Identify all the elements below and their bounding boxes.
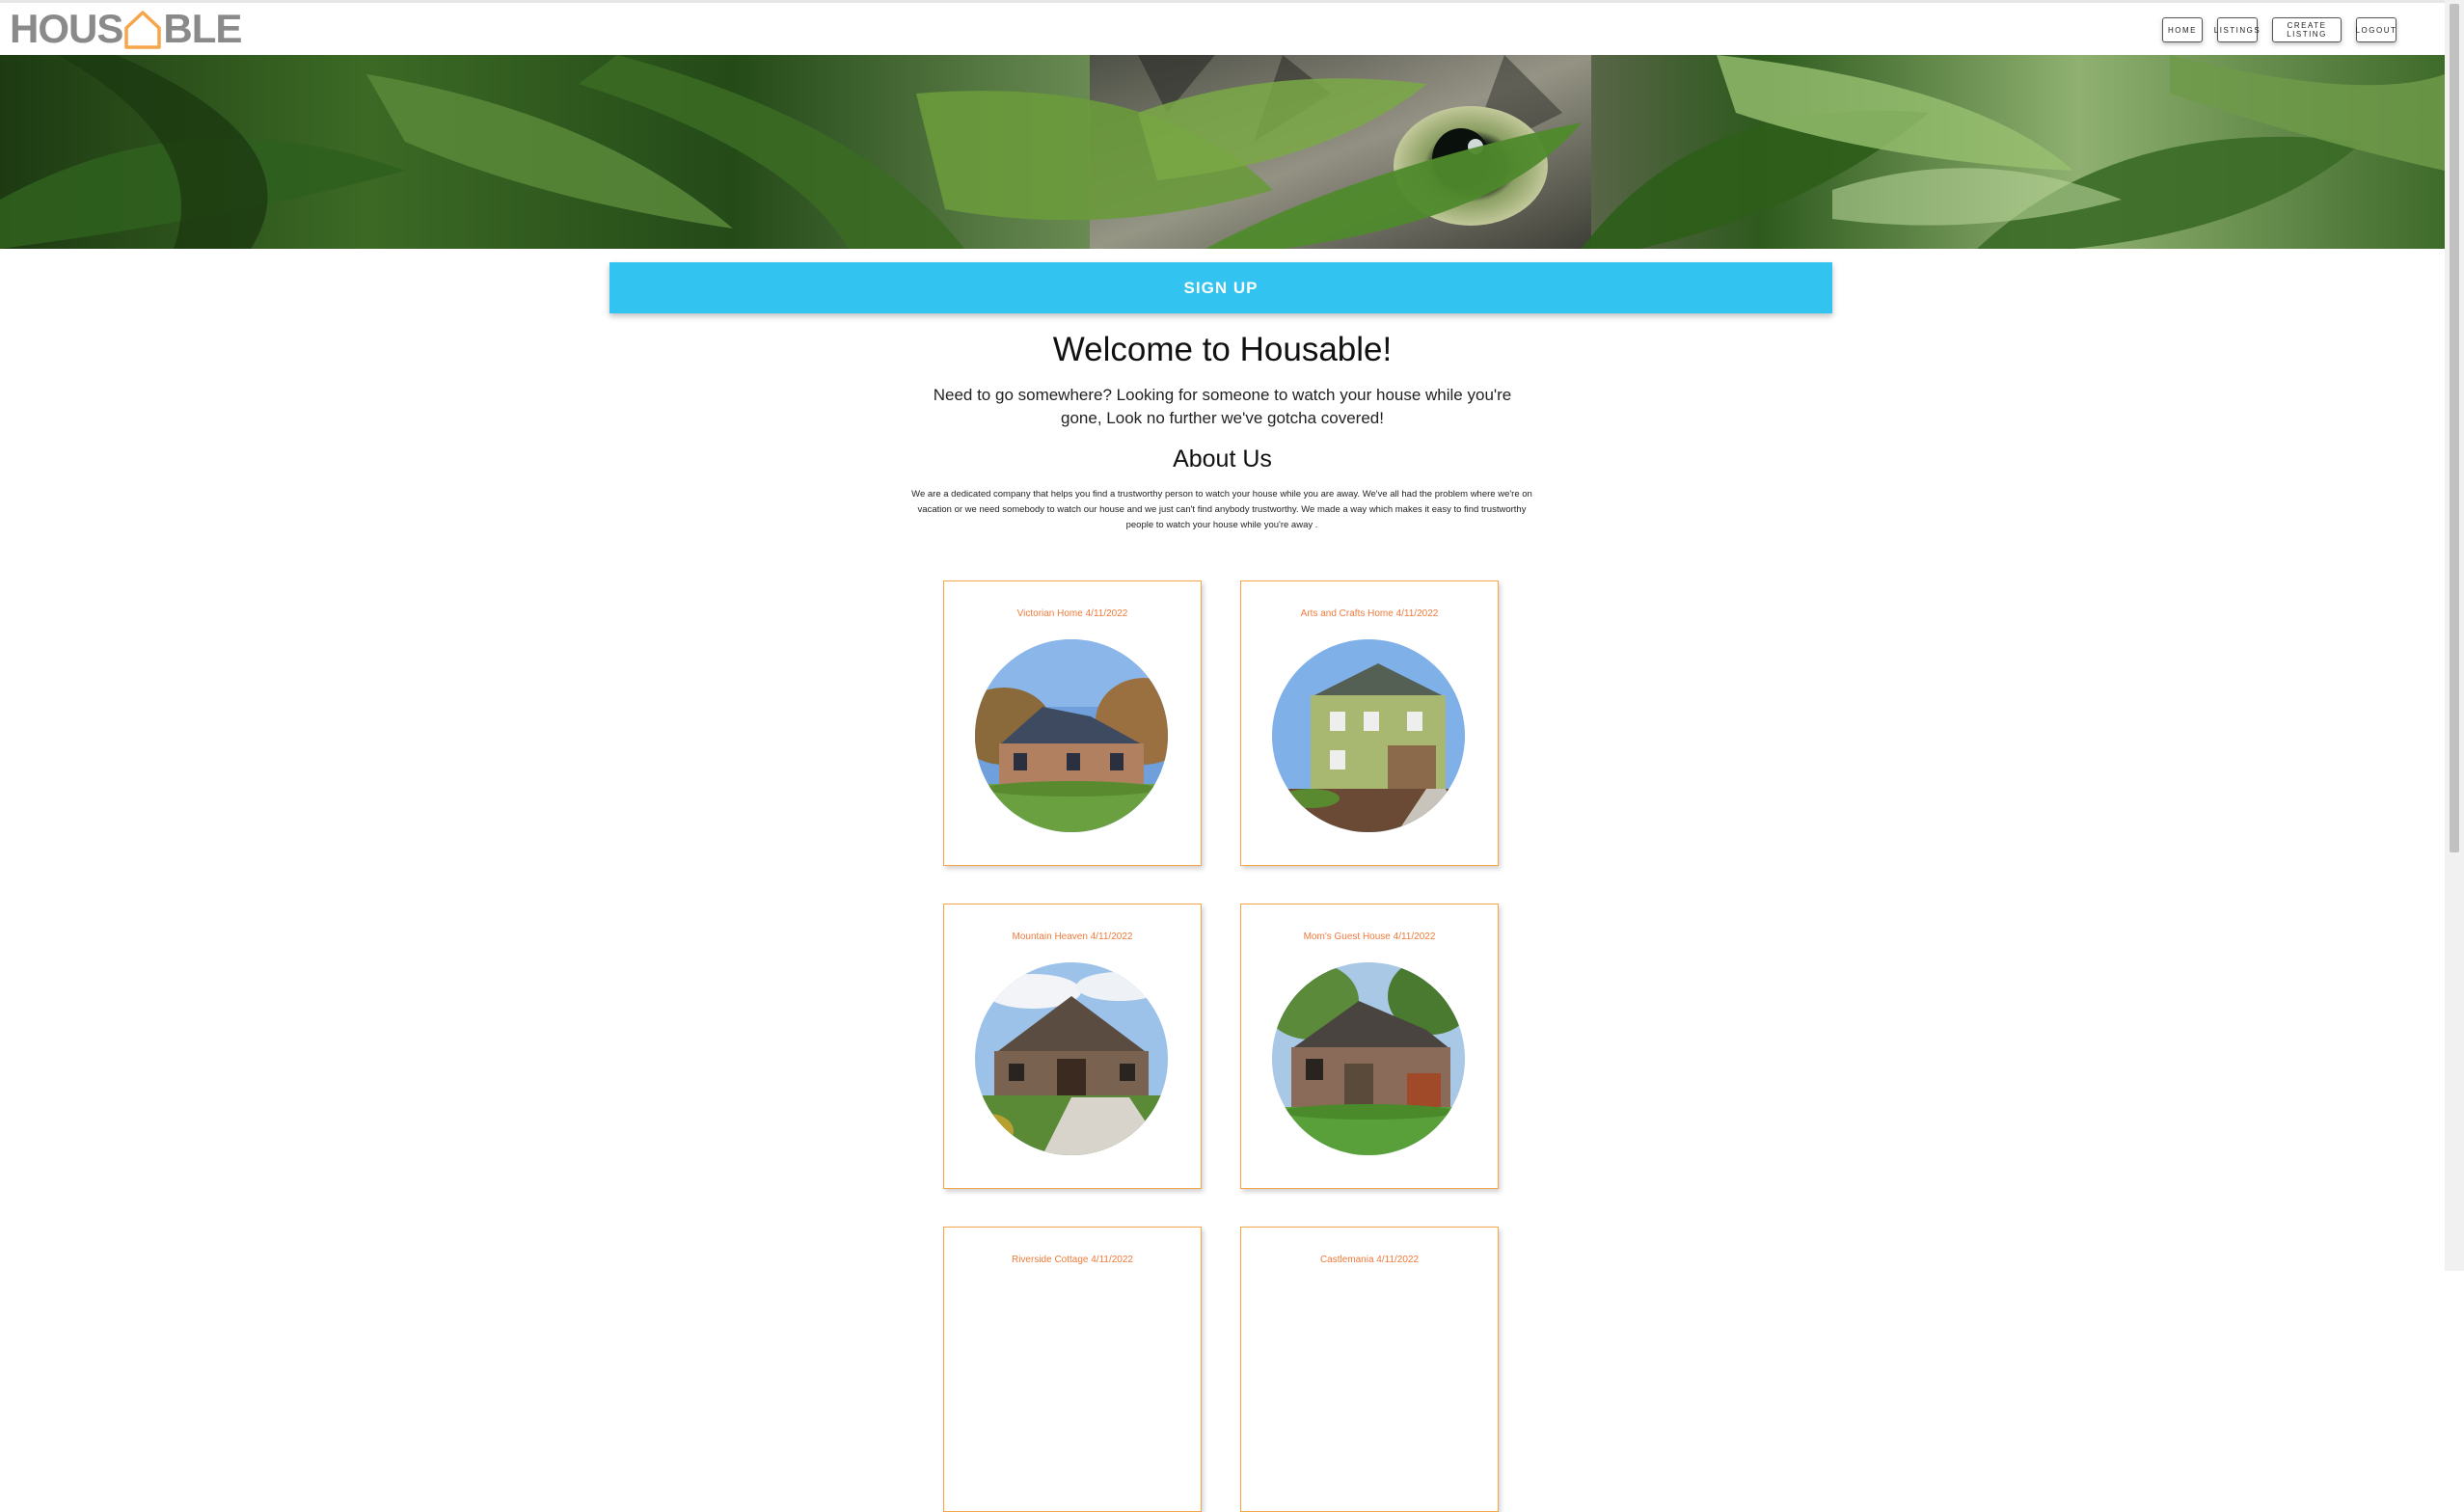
navbar: HOUS BLE HOME LISTINGS CREATE LISTING LO…	[0, 3, 2445, 55]
listing-photo-mountain-heaven[interactable]	[975, 962, 1168, 1155]
listing-photo-moms-guest-house[interactable]	[1272, 962, 1465, 1155]
listing-photo-victorian[interactable]	[975, 639, 1168, 832]
scrollbar-thumb[interactable]	[2450, 4, 2459, 852]
logo-text-right: BLE	[163, 6, 242, 51]
main-nav: HOME LISTINGS CREATE LISTING LOGOUT	[2162, 17, 2396, 42]
nav-home-button[interactable]: HOME	[2162, 17, 2203, 42]
listing-card[interactable]: Victorian Home 4/11/2022	[943, 580, 1202, 866]
page-scrollbar[interactable]	[2445, 0, 2464, 1271]
about-text: We are a dedicated company that helps yo…	[911, 489, 1532, 530]
about-title: About Us	[1173, 446, 1272, 472]
listing-card[interactable]: Arts and Crafts Home 4/11/2022	[1240, 580, 1499, 866]
listing-title[interactable]: Mom's Guest House 4/11/2022	[1241, 932, 1498, 942]
listing-title[interactable]: Castlemania 4/11/2022	[1241, 1255, 1498, 1265]
house-icon	[123, 9, 162, 49]
nav-listings-button[interactable]: LISTINGS	[2214, 17, 2260, 42]
welcome-title: Welcome to Housable!	[1052, 331, 1393, 368]
listing-card[interactable]: Castlemania 4/11/2022	[1240, 1227, 1499, 1512]
listing-title[interactable]: Arts and Crafts Home 4/11/2022	[1241, 608, 1498, 619]
listing-card[interactable]: Mountain Heaven 4/11/2022	[943, 904, 1202, 1189]
listing-title[interactable]: Mountain Heaven 4/11/2022	[944, 932, 1201, 942]
housable-logo[interactable]: HOUS BLE	[10, 6, 242, 51]
listing-card[interactable]: Mom's Guest House 4/11/2022	[1240, 904, 1499, 1189]
welcome-intro: Need to go somewhere? Looking for someon…	[933, 386, 1512, 427]
hero-banner	[0, 55, 2445, 249]
listing-photo-arts-and-crafts[interactable]	[1272, 639, 1465, 832]
nav-logout-button[interactable]: LOGOUT	[2356, 17, 2396, 42]
sign-up-button[interactable]: SIGN UP	[609, 262, 1832, 313]
logo-text-left: HOUS	[10, 6, 123, 51]
listing-card[interactable]: Riverside Cottage 4/11/2022	[943, 1227, 1202, 1512]
nav-create-listing-button[interactable]: CREATE LISTING	[2272, 17, 2342, 42]
listing-title[interactable]: Riverside Cottage 4/11/2022	[944, 1255, 1201, 1265]
cat-in-leaves-banner-icon	[0, 55, 2445, 249]
listing-title[interactable]: Victorian Home 4/11/2022	[944, 608, 1201, 619]
